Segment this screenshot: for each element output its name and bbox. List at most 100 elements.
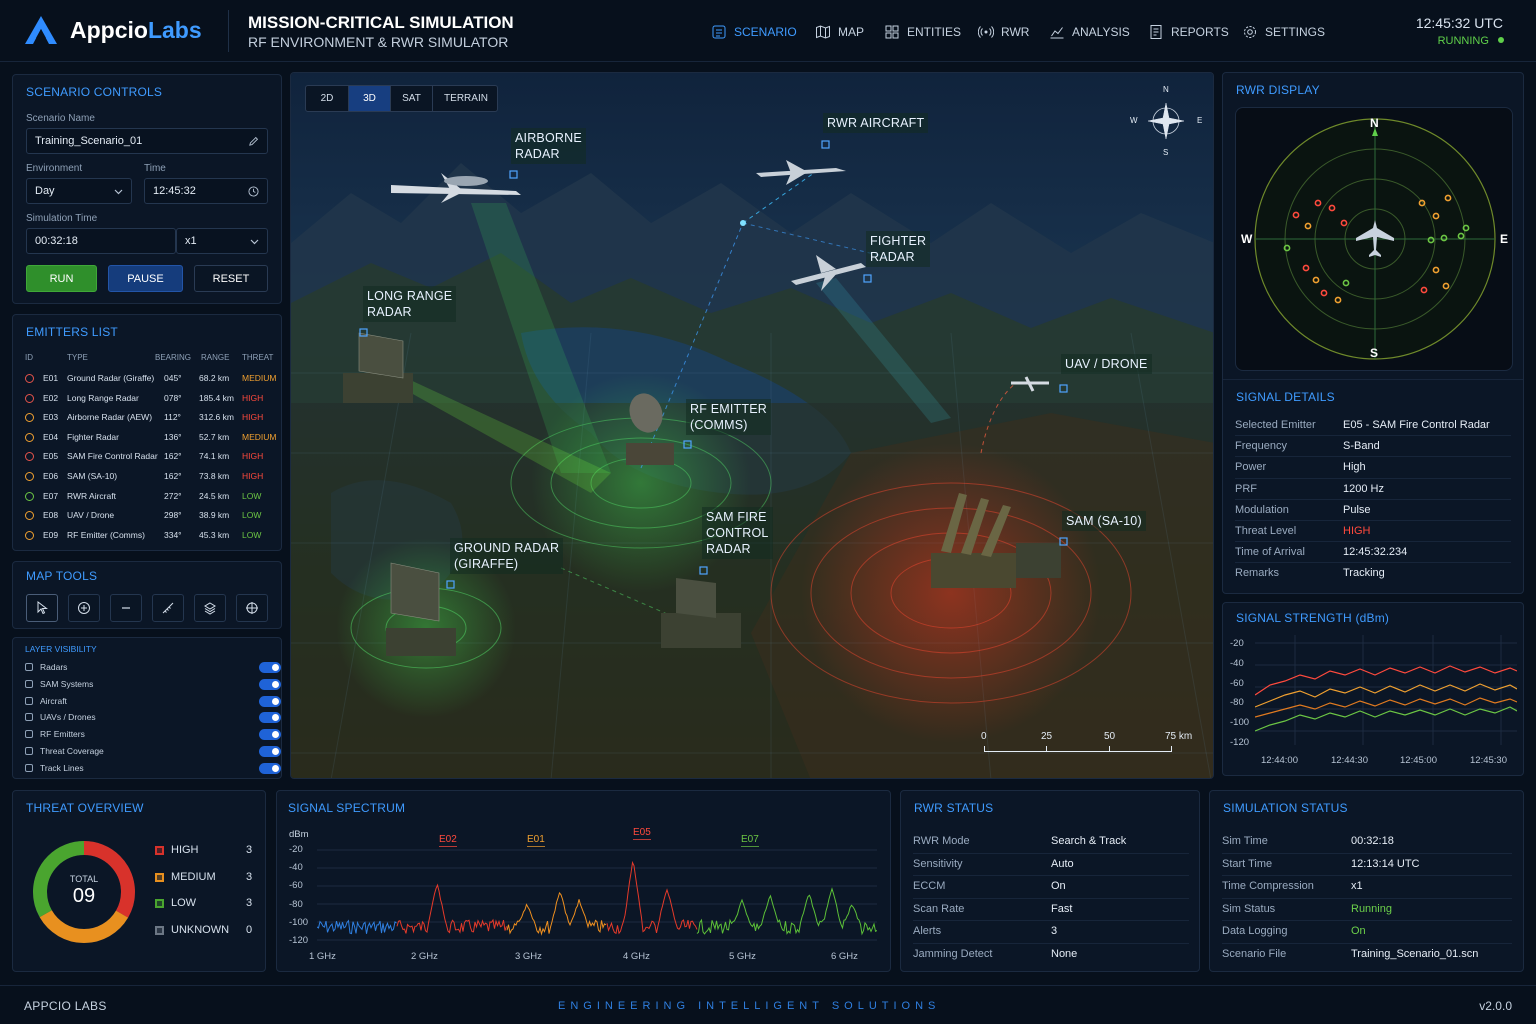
label-uav-drone[interactable]: UAV / DRONE [1061,354,1152,374]
peak-underline [741,846,759,847]
emitter-bearing: 078° [164,392,182,403]
signal-strength-chart [1255,635,1517,745]
tab-2d[interactable]: 2D [306,86,349,111]
tab-sat[interactable]: SAT [391,86,433,111]
emitter-id: E05 [43,451,59,462]
scale-bar: 0 25 50 75 km [981,731,1192,761]
label-long-range-radar[interactable]: LONG RANGE RADAR [363,286,457,322]
layers-tool-button[interactable] [194,594,226,622]
emitter-range: 74.1 km [199,451,230,462]
tab-3d[interactable]: 3D [349,86,391,111]
kv-value: On [1351,925,1366,938]
spec-y-tick: -100 [289,916,309,928]
emitter-threat: MEDIUM [242,373,277,383]
kv-value: On [1051,880,1066,893]
emitter-range: 24.5 km [199,490,230,501]
spectrum-peak-label: E01 [527,834,545,847]
gear-icon [1244,26,1256,38]
table-row[interactable]: E01 Ground Radar (Giraffe) 045° 68.2 km MEDI… [25,369,283,388]
emitter-threat: LOW [242,490,262,501]
tab-terrain[interactable]: TERRAIN [433,86,497,111]
label-fighter-radar[interactable]: FIGHTER RADAR [866,231,931,267]
kv-value: 12:45:32.234 [1343,546,1408,559]
status-text: RUNNING [1437,35,1489,47]
pointer-tool-button[interactable] [26,594,58,622]
status-dot-icon [1498,37,1504,43]
emitters-header-row: ID TYPE BEARING RANGE THREAT [25,353,283,365]
layer-toggle[interactable] [259,712,281,724]
peak-underline [439,846,457,847]
label-sam-sa10[interactable]: SAM (SA-10) [1062,511,1146,531]
table-row[interactable]: E05 SAM Fire Control Radar 162° 74.1 km HIGH [25,447,283,466]
kv-row: Threat Level HIGH [1223,525,1523,541]
map-tools-title: MAP TOOLS [26,569,98,583]
simulation-time-field[interactable]: 00:32:18 [26,228,176,254]
label-rwr-aircraft[interactable]: RWR AIRCRAFT [823,113,929,133]
pause-button[interactable]: PAUSE [108,265,183,292]
emitter-threat: LOW [242,510,262,521]
emitter-bearing: 162° [164,471,182,481]
emitter-symbol-icon [25,472,34,481]
threat-overview-title: THREAT OVERVIEW [26,801,144,815]
ruler-tool-button[interactable] [152,594,184,622]
map-tools-panel: MAP TOOLS [12,561,282,629]
signal-strength-panel: SIGNAL STRENGTH (dBm) -20 -40 -60 -80 -100 -1… [1222,602,1524,776]
layer-toggle[interactable] [259,662,281,673]
kv-row: Time of Arrival 12:45:32.234 [1223,546,1523,562]
layers-icon [204,602,216,615]
map-view[interactable]: 2D 3D SAT TERRAIN N S W E AIRBORNE RADAR … [290,72,1214,779]
nav-map[interactable]: MAP [815,24,864,40]
zoom-in-tool-button[interactable] [68,594,100,622]
kv-row: Sensitivity Auto [901,858,1199,874]
nav-rwr[interactable]: RWR [978,24,1029,40]
time-field[interactable]: 12:45:32 [144,178,268,204]
table-row[interactable]: E02 Long Range Radar 078° 185.4 km HIGH [25,389,283,408]
run-button[interactable]: RUN [26,265,97,292]
scenario-name-field[interactable]: Training_Scenario_01 [26,128,268,154]
emitter-type: SAM Fire Control Radar [67,451,158,462]
label-airborne-radar[interactable]: AIRBORNE RADAR [511,128,586,164]
table-row[interactable]: E03 Airborne Radar (AEW) 112° 312.6 km HIGH [25,408,283,427]
layer-toggle[interactable] [259,695,281,707]
rwr-display-panel: RWR DISPLAY N S W E SIGNAL DETAILS Selec… [1222,72,1524,594]
emitter-symbol-icon [25,452,34,462]
table-row[interactable]: E04 Fighter Radar 136° 52.7 km MEDIUM [25,428,283,447]
ss-y-tick: -20 [1230,638,1244,649]
time-value: 12:45:32 [153,185,196,197]
table-row[interactable]: E09 RF Emitter (Comms) 334° 45.3 km LOW [25,526,283,545]
brand-name-a: Appcio [70,17,148,43]
table-row[interactable]: E07 RWR Aircraft 272° 24.5 km LOW [25,487,283,506]
emitter-bearing: 136° [164,431,182,442]
speed-select[interactable]: x1 [176,228,268,254]
environment-select[interactable]: Day [26,178,132,204]
nav-analysis[interactable]: ANALYSIS [1049,24,1130,40]
layer-toggle[interactable] [259,762,281,774]
emitters-title: EMITTERS LIST [26,325,118,339]
nav-scenario[interactable]: SCENARIO [711,24,797,40]
simulation-time-value: 00:32:18 [35,235,78,247]
zoom-out-tool-button[interactable] [110,594,142,622]
layer-toggle[interactable] [259,678,281,690]
table-row[interactable]: E06 SAM (SA-10) 162° 73.8 km HIGH [25,467,283,486]
crosshair-tool-button[interactable] [236,594,268,622]
kv-row: Alerts 3 [901,925,1199,941]
nav-entities[interactable]: ENTITIES [884,24,961,40]
clock-icon[interactable] [248,186,259,197]
nav-settings[interactable]: SETTINGS [1242,24,1325,40]
nav-reports[interactable]: REPORTS [1148,24,1229,40]
scenario-icon [712,25,726,39]
threat-legend-swatch [155,846,164,855]
reset-button[interactable]: RESET [194,265,268,292]
layer-icon [25,730,33,739]
spectrum-trace [396,883,507,934]
threat-legend-count: 0 [246,923,253,936]
table-row[interactable]: E08 UAV / Drone 298° 38.9 km LOW [25,506,283,525]
layer-toggle[interactable] [259,729,281,741]
label-sam-fire-control[interactable]: SAM FIRE CONTROL RADAR [702,507,773,559]
label-rf-emitter[interactable]: RF EMITTER (COMMS) [686,399,771,435]
spectrum-peak-label: E02 [439,834,457,847]
layer-toggle[interactable] [259,746,281,757]
peak-label-text: E05 [633,827,651,838]
label-ground-radar[interactable]: GROUND RADAR (GIRAFFE) [450,538,564,574]
edit-icon[interactable] [248,136,259,147]
